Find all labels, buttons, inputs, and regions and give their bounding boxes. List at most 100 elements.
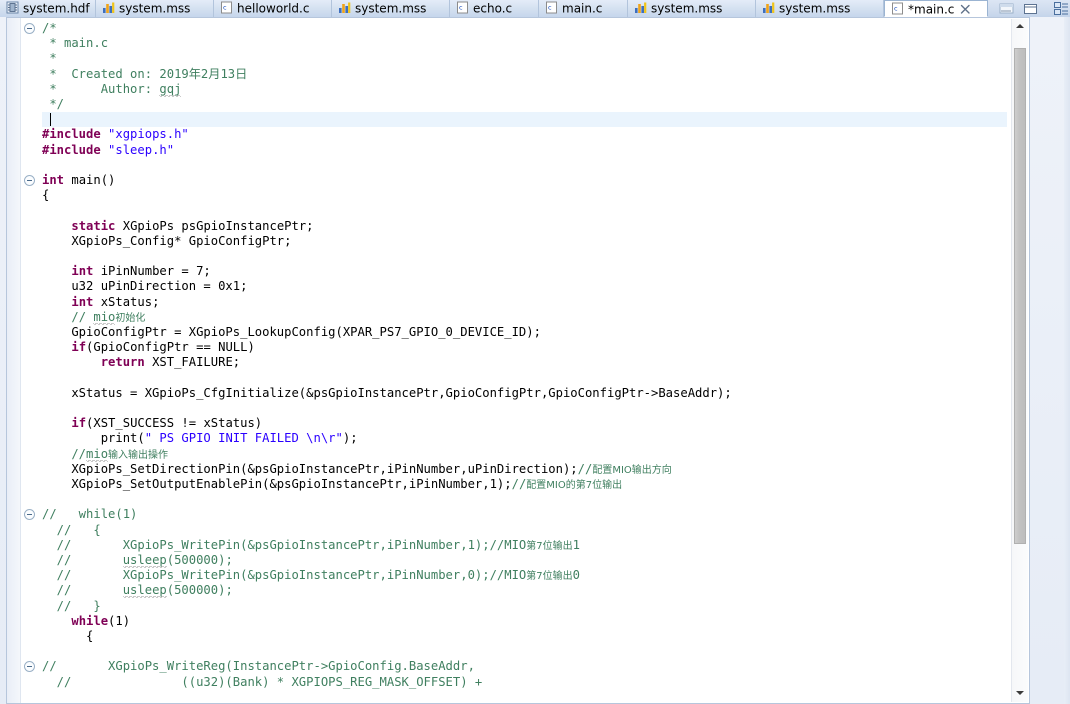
code-line[interactable]: // XGpioPs_WriteReg(InstancePtr->GpioCon…	[42, 659, 1007, 674]
code-line[interactable]: xStatus = XGpioPs_CfgInitialize(&psGpioI…	[42, 386, 1007, 401]
code-line[interactable]: {	[42, 629, 1007, 644]
editor-tab-systemmss-1[interactable]: system.mss	[96, 0, 214, 17]
open-perspective-icon[interactable]	[1053, 1, 1070, 17]
editor-tab-label: system.mss	[119, 1, 191, 16]
code-token: (1)	[108, 613, 131, 628]
code-line[interactable]	[42, 203, 1007, 218]
code-line[interactable]: // XGpioPs_WritePin(&psGpioInstancePtr,i…	[42, 538, 1007, 553]
code-token: //	[42, 553, 123, 567]
code-token: "xgpiops.h"	[108, 127, 189, 142]
fold-collapse-icon[interactable]	[24, 175, 35, 186]
editor-tab-systemmss-3[interactable]: system.mss	[332, 0, 450, 17]
code-line[interactable]	[42, 371, 1007, 386]
code-line[interactable]	[42, 644, 1007, 659]
editor-tab-systemmss-6[interactable]: system.mss	[628, 0, 756, 17]
code-token: // }	[42, 598, 101, 613]
code-line[interactable]: return XST_FAILURE;	[42, 355, 1007, 370]
code-token: */	[42, 97, 65, 111]
editor-tab-systemmss-7[interactable]: system.mss	[756, 0, 884, 17]
code-line[interactable]: u32 uPinDirection = 0x1;	[42, 279, 1007, 294]
scrollbar-thumb[interactable]	[1014, 48, 1026, 545]
code-token: GpioConfigPtr = XGpioPs_LookupConfig(XPA…	[42, 325, 541, 339]
svg-text:c: c	[223, 4, 227, 12]
editor-tab-label: system.mss	[651, 1, 723, 16]
close-icon[interactable]	[960, 3, 972, 15]
code-token: " PS GPIO INIT FAILED \n\r"	[144, 431, 343, 446]
text-caret	[50, 113, 51, 127]
code-line[interactable]: /*	[42, 21, 1007, 36]
code-line[interactable]: while(1)	[42, 614, 1007, 629]
code-token: *	[42, 51, 57, 66]
code-token: if	[71, 340, 87, 355]
editor-tab-echoc-4[interactable]: c echo.c	[450, 0, 539, 17]
code-line[interactable]: int xStatus;	[42, 295, 1007, 310]
code-token: //	[42, 583, 123, 598]
code-line[interactable]: */	[42, 97, 1007, 112]
code-line[interactable]	[42, 158, 1007, 173]
folding-column[interactable]	[21, 18, 41, 703]
code-line[interactable]: // mio初始化	[42, 309, 1007, 325]
code-line[interactable]: static XGpioPs psGpioInstancePtr;	[42, 219, 1007, 234]
scroll-down-arrow-icon[interactable]	[1012, 686, 1028, 702]
editor-tab-mainc-8[interactable]: c *main.c	[884, 0, 988, 17]
mss-file-icon	[634, 1, 647, 14]
code-line[interactable]: // ((u32)(Bank) * XGPIOPS_REG_MASK_OFFSE…	[42, 675, 1007, 690]
code-line[interactable]: XGpioPs_SetOutputEnablePin(&psGpioInstan…	[42, 477, 1007, 492]
code-line[interactable]	[42, 401, 1007, 416]
code-token: 1	[572, 537, 580, 552]
code-token: * main.c	[42, 36, 109, 51]
code-line[interactable]	[42, 492, 1007, 507]
code-line[interactable]: int main()	[42, 173, 1007, 188]
code-line[interactable]: XGpioPs_SetDirectionPin(&psGpioInstanceP…	[42, 462, 1007, 477]
svg-text:c: c	[459, 4, 463, 12]
marker-bar[interactable]	[7, 18, 21, 703]
code-line[interactable]: *	[42, 51, 1007, 66]
code-line[interactable]: #include "sleep.h"	[42, 143, 1007, 158]
code-token: // XGpioPs_WritePin(&psGpioInstancePtr,i…	[42, 568, 527, 583]
fold-collapse-icon[interactable]	[24, 661, 35, 673]
code-line[interactable]: GpioConfigPtr = XGpioPs_LookupConfig(XPA…	[42, 325, 1007, 340]
code-line[interactable]: if(XST_SUCCESS != xStatus)	[42, 416, 1007, 431]
fold-collapse-icon[interactable]	[24, 509, 35, 521]
code-line[interactable]: // XGpioPs_WritePin(&psGpioInstancePtr,i…	[42, 568, 1007, 583]
vertical-scrollbar[interactable]	[1011, 19, 1028, 702]
code-line[interactable]: XGpioPs_Config* GpioConfigPtr;	[42, 234, 1007, 249]
code-line[interactable]	[42, 112, 1007, 128]
source-editor[interactable]: /* * main.c * * Created on: 2019年2月13日 *…	[6, 17, 1030, 704]
editor-tab-mainc-5[interactable]: c main.c	[539, 0, 628, 17]
minimize-icon[interactable]	[998, 2, 1016, 15]
code-line[interactable]: if(GpioConfigPtr == NULL)	[42, 340, 1007, 355]
code-line[interactable]: //mio输入输出操作	[42, 446, 1007, 462]
code-line[interactable]: * main.c	[42, 36, 1007, 51]
code-token: // while(1)	[42, 507, 138, 522]
code-canvas[interactable]: /* * main.c * * Created on: 2019年2月13日 *…	[42, 18, 1007, 703]
svg-text:c: c	[894, 5, 898, 13]
fold-collapse-icon[interactable]	[24, 23, 35, 34]
maximize-icon[interactable]	[1022, 2, 1040, 15]
c-file-icon: c	[891, 2, 904, 15]
code-token: // XGpioPs_WriteReg(InstancePtr->GpioCon…	[42, 659, 475, 674]
code-line[interactable]: // while(1)	[42, 507, 1007, 522]
code-line[interactable]: {	[42, 188, 1007, 203]
editor-tab-systemhdf-0[interactable]: system.hdf	[0, 0, 96, 17]
code-token: {	[42, 629, 94, 643]
editor-tab-helloworldc-2[interactable]: c helloworld.c	[214, 0, 332, 17]
code-line[interactable]: int iPinNumber = 7;	[42, 264, 1007, 279]
code-token: mio	[93, 309, 116, 325]
code-token: );	[342, 431, 358, 446]
code-line[interactable]: // {	[42, 523, 1007, 538]
code-line[interactable]: * Author: gqj	[42, 81, 1007, 97]
code-line[interactable]: * Created on: 2019年2月13日	[42, 67, 1007, 82]
scroll-up-arrow-icon[interactable]	[1012, 19, 1028, 35]
code-line[interactable]: // }	[42, 599, 1007, 614]
code-line[interactable]: // usleep(500000);	[42, 553, 1007, 568]
code-line[interactable]: // usleep(500000);	[42, 583, 1007, 599]
code-token: usleep	[122, 583, 167, 599]
code-line[interactable]	[42, 249, 1007, 264]
code-token: // {	[42, 522, 101, 537]
code-line[interactable]: #include "xgpiops.h"	[42, 127, 1007, 142]
code-line[interactable]: print(" PS GPIO INIT FAILED \n\r");	[42, 431, 1007, 446]
code-token: xStatus = XGpioPs_CfgInitialize(&psGpioI…	[42, 385, 732, 400]
